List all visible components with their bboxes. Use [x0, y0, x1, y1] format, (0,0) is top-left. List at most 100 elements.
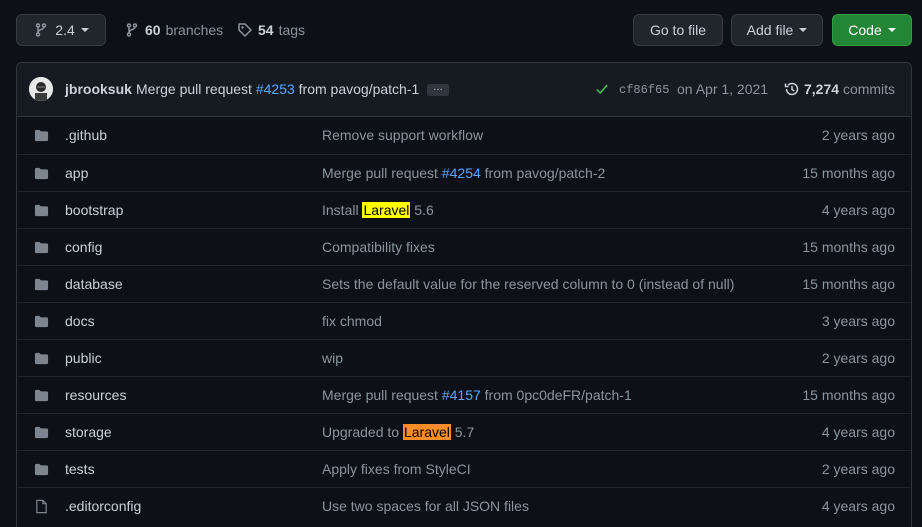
file-name-link[interactable]: bootstrap	[65, 202, 123, 218]
file-commit-message[interactable]: Upgraded to Laravel 5.7	[322, 424, 474, 440]
folder-icon	[34, 352, 49, 365]
file-name-link[interactable]: tests	[65, 461, 95, 477]
file-commit-message[interactable]: Install Laravel 5.6	[322, 202, 434, 218]
commit-pr-link[interactable]: #4157	[442, 387, 481, 403]
file-name-link[interactable]: resources	[65, 387, 126, 403]
file-row: config Compatibility fixes 15 months ago	[17, 228, 911, 265]
file-commit-age: 4 years ago	[821, 202, 895, 218]
file-browser: jbrooksuk Merge pull request #4253 from …	[16, 62, 912, 527]
avatar-image	[29, 77, 53, 101]
chevron-down-icon	[80, 28, 89, 32]
file-commit-message[interactable]: Merge pull request #4157 from 0pc0deFR/p…	[322, 387, 632, 403]
search-highlight: Laravel	[402, 424, 451, 440]
file-commit-age: 2 years ago	[821, 461, 895, 477]
file-name-link[interactable]: config	[65, 239, 102, 255]
file-commit-age: 15 months ago	[802, 165, 895, 181]
folder-icon	[34, 204, 49, 217]
code-button[interactable]: Code	[832, 14, 912, 46]
branches-link[interactable]: 60 branches	[124, 14, 223, 46]
file-commit-message[interactable]: Remove support workflow	[322, 127, 483, 143]
file-commit-age: 2 years ago	[821, 350, 895, 366]
file-row: bootstrap Install Laravel 5.6 4 years ago	[17, 191, 911, 228]
folder-icon	[34, 389, 49, 402]
commit-message-prefix: Merge pull request	[322, 165, 442, 181]
commit-date: on Apr 1, 2021	[677, 81, 769, 97]
file-commit-message[interactable]: wip	[322, 350, 343, 366]
file-commit-age: 4 years ago	[821, 498, 895, 514]
check-icon[interactable]	[595, 82, 609, 96]
commit-message-suffix: from pavog/patch-1	[298, 81, 420, 97]
expand-commit-button[interactable]: …	[427, 83, 449, 96]
tags-link[interactable]: 54 tags	[237, 14, 305, 46]
file-name-link[interactable]: docs	[65, 313, 95, 329]
git-branch-icon	[126, 23, 138, 37]
file-name-link[interactable]: public	[65, 350, 102, 366]
file-row: .github Remove support workflow 2 years ag…	[17, 117, 911, 154]
add-file-label: Add file	[746, 22, 794, 38]
file-icon	[36, 499, 47, 514]
commit-message-prefix: Merge pull request	[322, 387, 442, 403]
file-commit-age: 15 months ago	[802, 387, 895, 403]
folder-icon	[34, 129, 49, 142]
folder-icon	[34, 241, 49, 254]
file-row: docs fix chmod 3 years ago	[17, 302, 911, 339]
tag-icon	[238, 23, 252, 37]
avatar[interactable]	[29, 77, 53, 101]
branch-name: 2.4	[55, 22, 75, 38]
file-commit-age: 15 months ago	[802, 239, 895, 255]
file-row: database Sets the default value for the r…	[17, 265, 911, 302]
branches-count: 60	[145, 22, 161, 38]
search-highlight: Laravel	[362, 202, 411, 218]
history-icon	[784, 82, 799, 96]
folder-icon	[34, 315, 49, 328]
file-row: .editorconfig Use two spaces for all JSON…	[17, 487, 911, 524]
commit-sha-link[interactable]: cf86f65	[619, 83, 669, 97]
add-file-button[interactable]: Add file	[731, 14, 823, 46]
branch-select-button[interactable]: 2.4	[16, 14, 106, 46]
file-commit-age: 4 years ago	[821, 424, 895, 440]
commit-message-prefix: Merge pull request	[136, 81, 252, 97]
branches-label: branches	[165, 22, 224, 38]
commit-message[interactable]: Merge pull request #4253 from pavog/patc…	[136, 81, 419, 97]
file-commit-message[interactable]: fix chmod	[322, 313, 382, 329]
file-row: tests Apply fixes from StyleCI 2 years ago	[17, 450, 911, 487]
file-commit-message[interactable]: Use two spaces for all JSON files	[322, 498, 529, 514]
file-row: app Merge pull request #4254 from pavog/p…	[17, 154, 911, 191]
folder-icon	[34, 167, 49, 180]
commit-pr-link[interactable]: #4254	[442, 165, 481, 181]
file-commit-age: 3 years ago	[821, 313, 895, 329]
chevron-down-icon	[799, 28, 808, 32]
commit-author-link[interactable]: jbrooksuk	[65, 81, 132, 97]
file-row: storage Upgraded to Laravel 5.7 4 years ag…	[17, 413, 911, 450]
file-commit-message[interactable]: Compatibility fixes	[322, 239, 435, 255]
file-commit-age: 15 months ago	[802, 276, 895, 292]
file-commit-message[interactable]: Sets the default value for the reserved …	[322, 276, 734, 292]
file-commit-message[interactable]: Merge pull request #4254 from pavog/patc…	[322, 165, 605, 181]
commit-message-prefix: Upgraded to	[322, 424, 403, 440]
file-list: .github Remove support workflow 2 years ag…	[17, 117, 911, 524]
file-commit-age: 2 years ago	[821, 127, 895, 143]
commits-count: 7,274	[804, 81, 840, 97]
chevron-down-icon	[887, 28, 896, 32]
file-name-link[interactable]: app	[65, 165, 88, 181]
tags-count: 54	[258, 22, 274, 38]
file-name-link[interactable]: storage	[65, 424, 112, 440]
go-to-file-button[interactable]: Go to file	[633, 14, 723, 46]
code-label: Code	[848, 22, 882, 38]
commit-message-suffix: 5.7	[450, 424, 475, 440]
latest-commit-bar: jbrooksuk Merge pull request #4253 from …	[17, 63, 911, 117]
file-commit-message[interactable]: Apply fixes from StyleCI	[322, 461, 471, 477]
tags-label: tags	[278, 22, 306, 38]
commit-pr-link[interactable]: #4253	[256, 81, 295, 97]
commit-message-suffix: from 0pc0deFR/patch-1	[480, 387, 632, 403]
file-name-link[interactable]: database	[65, 276, 123, 292]
repo-toolbar: 2.4 60 branches 54 tags Go to file Add f…	[0, 0, 922, 62]
commits-link[interactable]: 7,274 commits	[804, 81, 895, 97]
folder-icon	[34, 426, 49, 439]
file-name-link[interactable]: .github	[65, 127, 107, 143]
file-row: public wip 2 years ago	[17, 339, 911, 376]
file-name-link[interactable]: .editorconfig	[65, 498, 141, 514]
git-branch-icon	[36, 23, 47, 37]
commit-message-prefix: Install	[322, 202, 363, 218]
folder-icon	[34, 463, 49, 476]
